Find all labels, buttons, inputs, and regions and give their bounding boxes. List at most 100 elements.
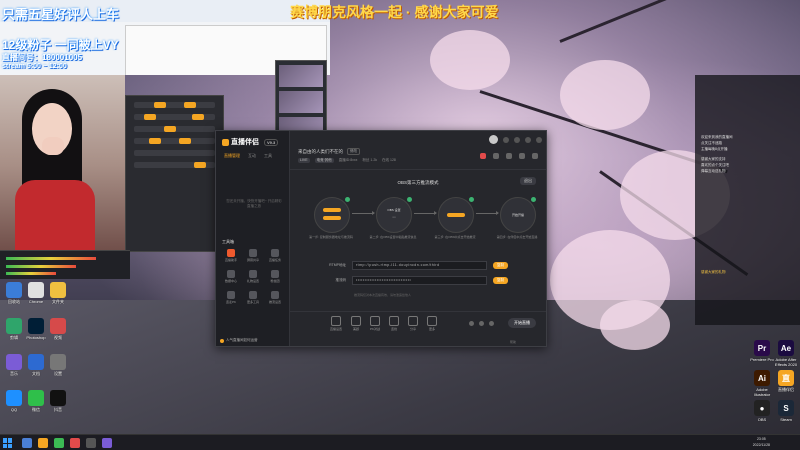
desktop-wallpaper: 只需五星好评人上车 12级粉子 一同被上VY 直播间号：180001005 st… (0, 0, 800, 450)
desktop-icon[interactable]: QQ (4, 390, 24, 412)
mic-icon[interactable] (469, 321, 474, 326)
desktop-icon[interactable]: ● OBS (752, 400, 772, 422)
help-link[interactable]: 帮助 (510, 340, 516, 344)
tool-item[interactable]: 礼物设置 (242, 270, 264, 283)
taskbar-clock[interactable]: 23:05 2022/11/28 (753, 436, 770, 448)
step-inner-label: OBS 设置 (387, 208, 401, 212)
menu-icon[interactable] (503, 136, 509, 143)
bottom-tool[interactable]: 连线 (389, 316, 400, 331)
desktop-icon[interactable]: 视频 (48, 318, 68, 340)
room-tag[interactable]: 电竞·其他 (314, 158, 334, 163)
desktop-icon[interactable]: 直直播伴侣 (776, 370, 796, 392)
room-meta-item: 粉丝 1.2k (362, 158, 378, 162)
desktop-icon[interactable]: 抖音 (48, 390, 68, 412)
taskbar-app-icon[interactable] (70, 438, 80, 448)
taskbar-app-icon[interactable] (38, 438, 48, 448)
bottom-tool[interactable]: 分享 (408, 316, 419, 331)
desktop-icon[interactable]: 回收站 (4, 282, 24, 304)
app-name: 直播伴侣 (231, 139, 259, 146)
maximize-icon[interactable] (525, 136, 531, 143)
bell-icon[interactable] (506, 153, 512, 159)
start-icon[interactable] (3, 438, 13, 448)
speaker-icon[interactable] (479, 321, 484, 326)
obs-row[interactable] (134, 126, 215, 132)
taskbar-app-icon[interactable] (54, 438, 64, 448)
room-tag: LIVE (298, 158, 310, 163)
desktop-app-icon: Ai (754, 370, 770, 386)
step-caption: 第二步: 在OBS设置中粘贴推流信息 (369, 235, 417, 239)
desktop-icon-label: 设置 (54, 371, 62, 376)
copy-key-button[interactable]: 复制 (493, 277, 508, 284)
camera-icon[interactable] (489, 321, 494, 326)
desktop-app-icon: Ae (778, 340, 794, 356)
desktop-app-icon (6, 354, 22, 370)
mixer-meter (6, 272, 56, 275)
obs-row[interactable] (134, 150, 215, 156)
desktop-icon[interactable]: 文档 (26, 354, 46, 376)
bottom-tool[interactable]: 直播设置 (330, 316, 342, 331)
tool-icon (249, 249, 257, 257)
tool-item[interactable]: 直播助手 (220, 249, 242, 262)
bottom-tool[interactable]: 更多 (427, 316, 438, 331)
step-check-icon (345, 197, 350, 202)
taskbar-app-icon[interactable] (102, 438, 112, 448)
share-icon[interactable] (532, 153, 538, 159)
desktop-icon[interactable]: 设置 (48, 354, 68, 376)
desktop-icon[interactable]: 剪辑 (4, 318, 24, 340)
sidebar-tabs: 直播管理 互动 工具 (224, 153, 272, 159)
sidebar-footer[interactable]: 人气直播间如何运营 (220, 338, 258, 343)
bottom-tool-icon (351, 316, 362, 326)
room-title-row: 来自由的人类们不在的 修改 (298, 148, 360, 155)
copy-rtmp-button[interactable]: 复制 (493, 262, 508, 269)
settings-icon[interactable] (519, 153, 525, 159)
stream-key-field[interactable]: •••••••••••••••••••••••••••••••• (352, 276, 487, 285)
desktop-icon[interactable]: 微信 (26, 390, 46, 412)
tool-item[interactable]: 粉丝团 (264, 270, 286, 283)
step-caption: 第一步: 复制服务器地址与推流码 (309, 235, 353, 239)
tab-interact[interactable]: 互动 (248, 153, 256, 159)
companion-main: 来自由的人类们不在的 修改 LIVE 电竞·其他 直播ID:8xxx 粉丝 1.… (290, 131, 546, 346)
desktop-icon[interactable]: Ai Adobe Illustrator (752, 370, 772, 397)
tool-item[interactable]: 屏幕共享 (242, 249, 264, 262)
message-icon[interactable] (493, 153, 499, 159)
desktop-icon[interactable]: Ae Adobe After Effects 2020 (775, 340, 797, 367)
desktop-icon[interactable]: Chrome (26, 282, 46, 304)
tool-item[interactable]: 推流设置 (264, 291, 286, 304)
go-live-button[interactable]: 开始直播 (508, 318, 536, 328)
close-icon[interactable] (536, 136, 542, 143)
obs-row[interactable] (134, 162, 215, 168)
taskbar-app-icon[interactable] (22, 438, 32, 448)
obs-row[interactable] (134, 102, 215, 108)
bottom-mini-icons (469, 321, 494, 326)
desktop-icon[interactable]: 文件夹 (48, 282, 68, 304)
user-avatar[interactable] (489, 135, 498, 144)
chat-line: 喜欢的点个关注吧 (701, 163, 729, 167)
mixer-meter (6, 257, 96, 260)
rtmp-address-field[interactable]: rtmp://push-rtmp-l11.douyincdn.com/third (352, 261, 487, 270)
desktop-app-icon (28, 318, 44, 334)
minimize-icon[interactable] (514, 136, 520, 143)
tab-live-manage[interactable]: 直播管理 (224, 153, 240, 159)
exit-mode-button[interactable]: 退出 (520, 177, 536, 185)
gift-icon[interactable] (480, 153, 486, 159)
desktop-icon[interactable]: Pr Premiere Pro (750, 340, 774, 362)
tab-tools[interactable]: 工具 (264, 153, 272, 159)
bottom-tool[interactable]: PK对战 (370, 316, 380, 331)
overlay-top-banner: 赛博朋克风格一起 · 感谢大家可爱 (290, 4, 499, 20)
tool-item[interactable]: 更多工具 (242, 291, 264, 304)
tool-item[interactable]: 数据中心 (220, 270, 242, 283)
taskbar-app-icon[interactable] (86, 438, 96, 448)
edit-title-button[interactable]: 修改 (347, 148, 360, 155)
bottom-tools: 直播设置 美颜 PK对战 连线 分享 更多 (330, 316, 438, 331)
obs-row[interactable] (134, 114, 215, 120)
bottom-tool[interactable]: 美颜 (351, 316, 362, 331)
tool-item[interactable]: 直播任务 (264, 249, 286, 262)
desktop-icon[interactable]: Photoshop (26, 318, 46, 340)
desktop-icon[interactable]: 音乐 (4, 354, 24, 376)
tool-icon (227, 291, 235, 299)
obs-row[interactable] (134, 138, 215, 144)
step-1 (314, 197, 350, 233)
desktop-app-icon: 直 (778, 370, 794, 386)
tool-item[interactable]: 连麦PK (220, 291, 242, 304)
desktop-icon[interactable]: S Steam (776, 400, 796, 422)
